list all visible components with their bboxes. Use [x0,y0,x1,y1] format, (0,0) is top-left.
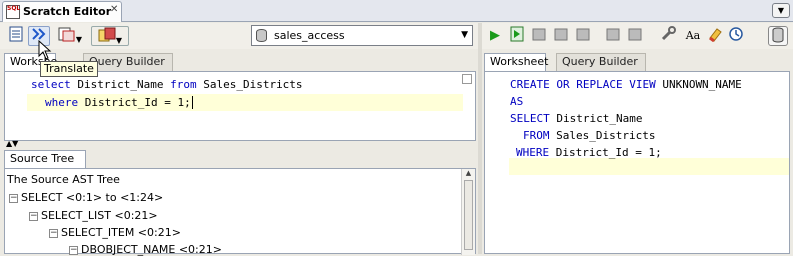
keyword-create-view: CREATE OR REPLACE VIEW [510,78,656,91]
right-code-line-5: WHERE District_Id = 1; [516,144,662,161]
tree-node-label: SELECT_ITEM <0:21> [61,226,181,239]
collapse-icon[interactable]: − [9,193,18,203]
template-dropdown-button[interactable]: ▼ [91,26,129,46]
database-icon [256,29,267,42]
window-menu-button[interactable]: ▼ [772,3,790,18]
keyword-select: SELECT [510,112,550,125]
rollback-icon[interactable] [552,26,570,46]
right-code-line-2: AS [510,93,523,110]
database-connection-icon[interactable] [768,26,788,46]
sql-tuning-icon[interactable] [626,26,644,46]
keyword-select: select [31,78,71,91]
code-text: UNKNOWN_NAME [655,78,742,91]
tab-worksheet-right[interactable]: Worksheet [484,53,549,71]
keyword-from: from [170,78,197,91]
code-text: Sales_Districts [549,129,656,142]
code-text: District_Id = 1; [78,96,191,109]
run-icon[interactable]: ▶ [486,26,504,46]
scrollbar-thumb[interactable] [464,180,473,250]
sql-file-icon: SQL [6,5,20,19]
splitter-arrows-icon[interactable]: ▲▼ [6,140,18,148]
left-code-line-1: select District_Name from Sales_District… [31,76,303,93]
right-code-line-1: CREATE OR REPLACE VIEW UNKNOWN_NAME [510,76,742,93]
left-sql-editor[interactable]: select District_Name from Sales_District… [4,71,476,141]
translator-dropdown-button[interactable]: ▼ [52,26,88,46]
right-code-line-3: SELECT District_Name [510,110,642,127]
eraser-icon[interactable] [706,26,724,46]
tab-query-builder-right-label: Query Builder [562,55,638,68]
worksheet-icon[interactable] [6,26,26,46]
history-icon[interactable] [727,26,745,46]
right-sql-editor[interactable]: CREATE OR REPLACE VIEW UNKNOWN_NAME AS S… [484,71,790,254]
autotrace-icon[interactable] [604,26,622,46]
text-caret [191,96,193,109]
commit-icon[interactable] [530,26,548,46]
code-text: District_Name [549,112,643,125]
editor-corner-box [462,74,472,84]
tree-node-label: DBOBJECT_NAME <0:21> [81,243,222,256]
mouse-cursor-icon [38,40,52,60]
code-text: District_Id = 1; [549,146,662,159]
tools-icon[interactable] [660,26,678,46]
font-case-icon[interactable]: Aa [682,26,704,46]
tab-query-builder-left-label: Query Builder [89,55,165,68]
keyword-where: WHERE [516,146,550,159]
vertical-scrollbar[interactable]: ▲ [461,169,475,255]
keyword-where: where [45,96,79,109]
tree-node[interactable]: − SELECT_LIST <0:21> [29,209,158,222]
scratch-editor-tab[interactable]: SQL Scratch Editor ✕ [2,1,122,22]
left-code-line-2: where District_Id = 1; [45,94,193,111]
scroll-up-icon[interactable]: ▲ [462,169,475,177]
code-text: District_Name [70,78,171,91]
tab-worksheet-right-label: Worksheet [490,55,549,68]
tree-node-label: SELECT <0:1> to <1:24> [21,191,164,204]
collapse-icon[interactable]: − [49,228,58,238]
tree-node[interactable]: − DBOBJECT_NAME <0:21> [69,243,222,256]
chevron-down-icon: ▼ [461,30,468,40]
keyword-as: AS [510,95,524,108]
scratch-editor-title: Scratch Editor [23,5,112,18]
right-code-line-4: FROM Sales_Districts [523,127,655,144]
panel-divider[interactable] [478,23,482,254]
tree-node-label: SELECT_LIST <0:21> [41,209,158,222]
tree-node[interactable]: − SELECT <0:1> to <1:24> [9,191,163,204]
translate-tooltip: Translate [40,61,98,77]
explain-plan-icon[interactable] [574,26,592,46]
keyword-from: FROM [523,129,550,142]
code-text: Sales_Districts [196,78,303,91]
run-script-icon[interactable] [508,26,526,46]
collapse-icon[interactable]: − [69,245,78,255]
tree-node[interactable]: − SELECT_ITEM <0:21> [49,226,181,239]
connection-value: sales_access [274,29,345,42]
source-tree-panel: The Source AST Tree − SELECT <0:1> to <1:… [4,168,476,256]
source-tree-label: Source Tree [10,152,75,165]
close-tab-icon[interactable]: ✕ [110,4,118,15]
tab-query-builder-right[interactable]: Query Builder [556,53,646,71]
connection-select[interactable]: sales_access ▼ [251,25,473,46]
tab-source-tree[interactable]: Source Tree ✕ [4,150,86,181]
collapse-icon[interactable]: − [29,211,38,221]
tree-root-label: The Source AST Tree [7,173,120,186]
